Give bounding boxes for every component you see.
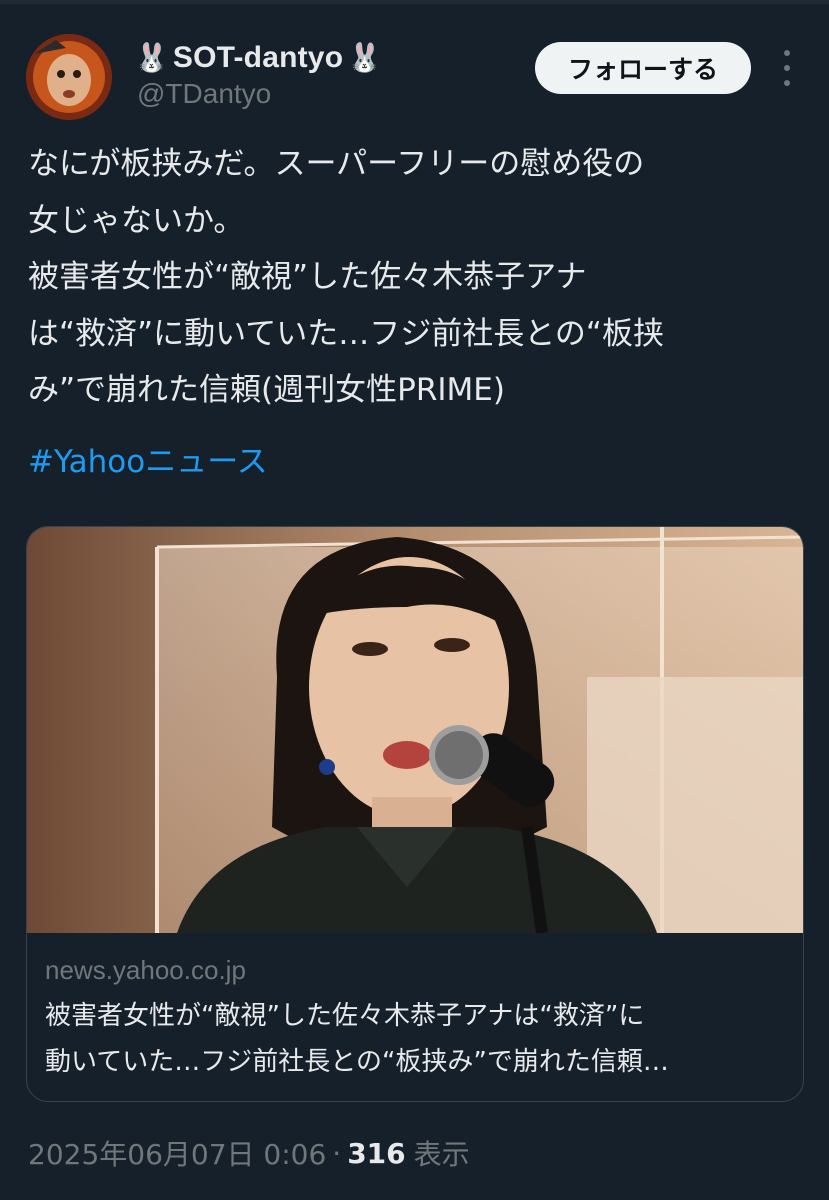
more-dot [784, 80, 790, 86]
rabbit-emoji-left: 🐰 [134, 41, 169, 74]
card-domain: news.yahoo.co.jp [45, 955, 246, 985]
more-options-icon[interactable] [778, 50, 796, 86]
avatar[interactable] [26, 34, 112, 120]
card-title-line: 被害者女性が“敵視”した佐々木恭子アナは“救済”に [45, 1001, 645, 1031]
view-count-label: 表示 [413, 1138, 470, 1171]
more-dot [784, 50, 790, 56]
tweet-line: なにが板挟みだ。スーパーフリーの慰め役の [28, 146, 645, 182]
tweet-line: 女じゃないか。 [28, 202, 245, 239]
card-title: 被害者女性が“敵視”した佐々木恭子アナは“救済”に 動いていた…フジ前社長との“… [45, 993, 790, 1085]
display-name[interactable]: SOT-dantyo [173, 41, 343, 75]
tweet-meta: 2025年06月07日 0:06 · 316 表示 [28, 1133, 470, 1173]
user-name-row[interactable]: 🐰 SOT-dantyo 🐰 [134, 38, 382, 78]
tweet-line: は“救済”に動いていた…フジ前社長との“板挟 [28, 315, 664, 352]
view-count: 316 [347, 1136, 406, 1170]
tweet-line: 被害者女性が“敵視”した佐々木恭子アナ [28, 259, 587, 295]
tweet-text: なにが板挟みだ。スーパーフリーの慰め役の 女じゃないか。 被害者女性が“敵視”し… [28, 136, 808, 419]
link-card[interactable]: news.yahoo.co.jp 被害者女性が“敵視”した佐々木恭子アナは“救済… [26, 526, 804, 1102]
timestamp[interactable]: 2025年06月07日 0:06 [28, 1133, 326, 1173]
card-title-line: 動いていた…フジ前社長との“板挟み”で崩れた信頼… [45, 1047, 669, 1077]
user-handle[interactable]: @TDantyo [137, 78, 271, 110]
avatar-image [26, 34, 112, 120]
more-dot [784, 65, 790, 71]
meta-separator: · [332, 1136, 342, 1170]
rabbit-emoji-right: 🐰 [347, 41, 383, 74]
card-image [27, 527, 803, 933]
follow-button[interactable]: フォローする [535, 42, 751, 94]
tweet-line: み”で崩れた信頼(週刊女性PRIME) [28, 372, 505, 408]
top-divider [0, 0, 829, 4]
hashtag-link[interactable]: #Yahooニュース [28, 434, 268, 490]
